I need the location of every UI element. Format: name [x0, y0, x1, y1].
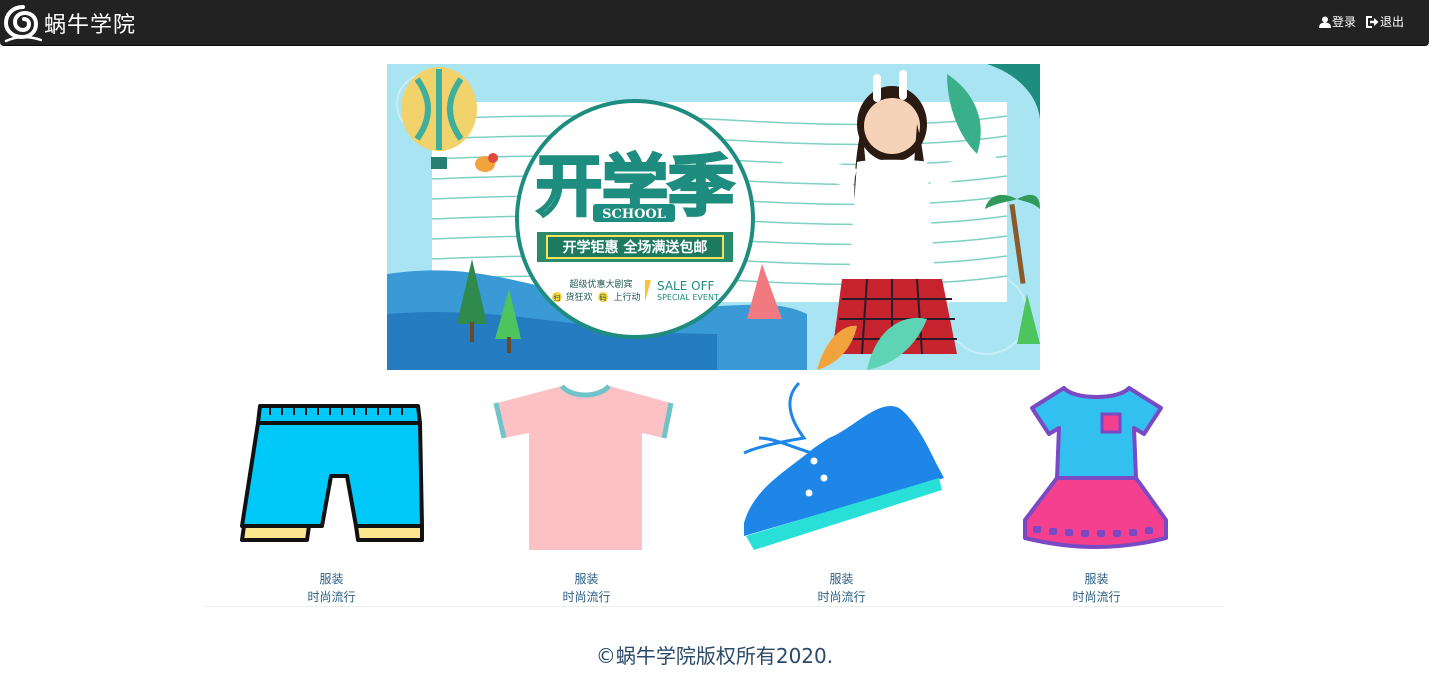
tshirt-icon — [493, 384, 674, 550]
dress-icon — [1023, 386, 1168, 549]
shorts-icon — [240, 404, 424, 542]
user-icon — [1318, 16, 1331, 28]
promo-banner[interactable]: 开学季 SCHOOL 开学钜惠 全场满送包邮 超级优惠大剧宾 扫 货狂欢 码 上… — [387, 64, 1040, 370]
tshirt-image — [459, 378, 714, 558]
banner-promo-2b: 货狂欢 — [565, 291, 592, 303]
logout-label: 退出 — [1379, 15, 1404, 29]
product-desc: 时尚流行 — [562, 590, 611, 604]
snail-logo-icon — [4, 5, 42, 43]
brand-name: 蜗牛学院 — [44, 13, 137, 38]
product-desc: 时尚流行 — [307, 590, 356, 604]
product-card-4[interactable]: 服装 时尚流行 — [969, 378, 1224, 607]
product-name[interactable]: 服装 — [714, 570, 969, 587]
product-name[interactable]: 服装 — [204, 570, 459, 587]
top-navbar: 蜗牛学院 登录 退出 — [0, 0, 1429, 46]
login-label: 登录 — [1331, 15, 1356, 29]
logout-icon — [1365, 15, 1379, 28]
sneaker-image — [714, 378, 969, 558]
product-name[interactable]: 服装 — [969, 570, 1224, 587]
banner-special-event: SPECIAL EVENT — [657, 293, 719, 302]
banner-promo-2c: 码 — [600, 294, 607, 302]
dress-image — [969, 378, 1224, 558]
banner-sale-off: SALE OFF — [657, 279, 714, 293]
product-card-3[interactable]: 服装 时尚流行 — [714, 378, 969, 607]
logout-link[interactable]: 退出 — [1365, 13, 1404, 30]
sneaker-icon — [743, 381, 944, 550]
product-desc: 时尚流行 — [1072, 590, 1121, 604]
banner-school-text: SCHOOL — [602, 207, 666, 222]
brand-logo-link[interactable]: 蜗牛学院 — [4, 3, 136, 43]
product-card-2[interactable]: 服装 时尚流行 — [459, 378, 714, 607]
product-card-1[interactable]: 服装 时尚流行 — [204, 378, 459, 607]
footer-copyright: ©蜗牛学院版权所有2020. — [595, 644, 834, 668]
login-link[interactable]: 登录 — [1318, 13, 1356, 30]
product-name[interactable]: 服装 — [459, 570, 714, 587]
banner-promo-2a: 扫 — [554, 293, 561, 302]
product-desc: 时尚流行 — [817, 590, 866, 604]
banner-promo-1: 超级优惠大剧宾 — [569, 278, 632, 290]
shorts-image — [204, 378, 459, 558]
banner-slogan: 开学钜惠 全场满送包邮 — [563, 239, 708, 256]
banner-illustration: 开学季 SCHOOL 开学钜惠 全场满送包邮 超级优惠大剧宾 扫 货狂欢 码 上… — [387, 64, 1040, 370]
banner-promo-2d: 上行动 — [613, 291, 640, 303]
